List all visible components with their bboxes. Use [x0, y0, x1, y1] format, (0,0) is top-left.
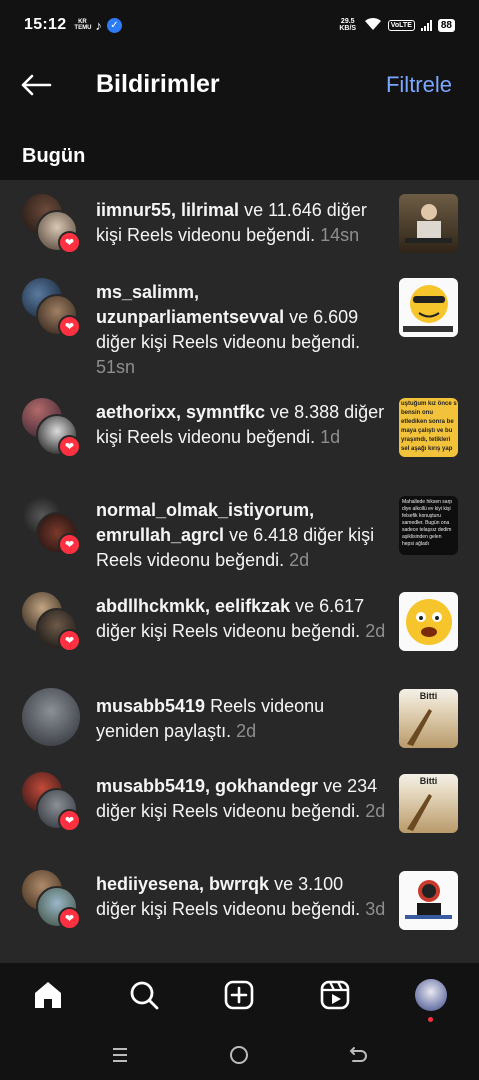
reel-thumbnail[interactable]: uştuğum kız önce s bensin onu etlediken … — [399, 398, 458, 457]
list-item[interactable]: ❤ ms_salimm, uzunparliamentsevval ve 6.6… — [0, 278, 479, 378]
android-nav-bar — [0, 1028, 479, 1080]
list-item[interactable]: ❤ iimnur55, lilrimal ve 11.646 diğer kiş… — [0, 194, 479, 274]
avatar-group[interactable] — [22, 688, 82, 748]
reel-thumbnail[interactable]: Bitti — [399, 774, 458, 833]
avatar-group[interactable]: ❤ — [22, 870, 82, 930]
back-icon[interactable] — [346, 1042, 372, 1068]
notification-text: normal_olmak_istiyorum, emrullah_agrcl v… — [96, 500, 375, 570]
status-time: 15:12 — [24, 16, 67, 33]
heart-icon: ❤ — [58, 809, 81, 832]
net-speed: 29.5 KB/S — [339, 18, 357, 32]
volte-badge: VoLTE — [387, 19, 415, 31]
back-arrow-icon[interactable] — [20, 68, 54, 102]
heart-icon: ❤ — [58, 435, 81, 458]
notification-list: ❤ iimnur55, lilrimal ve 11.646 diğer kiş… — [0, 180, 479, 963]
notification-dot — [428, 1017, 433, 1022]
avatar-group[interactable]: ❤ — [22, 592, 82, 652]
page-title: Bildirimler — [96, 70, 220, 98]
notification-text: iimnur55, lilrimal ve 11.646 diğer kişi … — [96, 200, 367, 245]
notification-text: hediiyesena, bwrrqk ve 3.100 diğer kişi … — [96, 874, 386, 919]
reel-thumbnail[interactable] — [399, 871, 458, 930]
heart-icon: ❤ — [58, 315, 81, 338]
heart-icon: ❤ — [58, 907, 81, 930]
battery-icon: 88 — [437, 18, 455, 32]
temu-icon: KR TEMU — [74, 19, 92, 31]
filter-button[interactable]: Filtrele — [386, 72, 452, 98]
heart-icon: ❤ — [58, 629, 81, 652]
tiktok-icon: ♪ — [95, 17, 102, 33]
bottom-nav — [0, 963, 479, 1028]
verified-icon: ✓ — [106, 17, 122, 33]
header: Bildirimler Filtrele — [0, 56, 479, 116]
reel-thumbnail[interactable]: Mahallede hiksen sarp diye alkollü ev ki… — [399, 496, 458, 555]
avatar-group[interactable]: ❤ — [22, 194, 82, 254]
avatar-group[interactable]: ❤ — [22, 398, 82, 458]
reel-thumbnail[interactable] — [399, 194, 458, 253]
search-icon[interactable] — [126, 977, 162, 1013]
reel-thumbnail[interactable] — [399, 278, 458, 337]
home-circle-icon[interactable] — [226, 1042, 252, 1068]
notification-text: ms_salimm, uzunparliamentsevval ve 6.609… — [96, 282, 361, 377]
reel-thumbnail[interactable]: Bitti — [399, 689, 458, 748]
notification-text: musabb5419, gokhandegr ve 234 diğer kişi… — [96, 776, 386, 821]
section-heading-today: Bugün — [22, 145, 86, 167]
list-item[interactable]: ❤ aethorixx, symntfkc ve 8.388 diğer kiş… — [0, 398, 479, 478]
create-icon[interactable] — [221, 977, 257, 1013]
recents-icon[interactable] — [107, 1042, 133, 1068]
wifi-icon — [364, 17, 382, 34]
profile-avatar[interactable] — [413, 977, 449, 1013]
list-item[interactable]: ❤ hediiyesena, bwrrqk ve 3.100 diğer kiş… — [0, 870, 479, 950]
notification-text: musabb5419 Reels videonu yeniden paylaşt… — [96, 696, 325, 741]
heart-icon: ❤ — [58, 231, 81, 254]
avatar-group[interactable]: ❤ — [22, 772, 82, 832]
avatar-group[interactable]: ❤ — [22, 496, 82, 556]
avatar — [22, 688, 80, 746]
avatar-group[interactable]: ❤ — [22, 278, 82, 338]
list-item[interactable]: ❤ musabb5419, gokhandegr ve 234 diğer ki… — [0, 772, 479, 852]
list-item[interactable]: ❤ abdllhckmkk, eelifkzak ve 6.617 diğer … — [0, 592, 479, 672]
home-icon[interactable] — [30, 977, 66, 1013]
list-item[interactable]: musabb5419 Reels videonu yeniden paylaşt… — [0, 688, 479, 760]
reel-thumbnail[interactable] — [399, 592, 458, 651]
reels-icon[interactable] — [317, 977, 353, 1013]
notification-text: aethorixx, symntfkc ve 8.388 diğer kişi … — [96, 402, 385, 447]
notification-text: abdllhckmkk, eelifkzak ve 6.617 diğer ki… — [96, 596, 386, 641]
status-bar: 15:12 KR TEMU ♪ ✓ 29.5 KB/S VoLTE 88 — [0, 0, 479, 50]
signal-icon — [420, 19, 432, 31]
heart-icon: ❤ — [58, 533, 81, 556]
list-item[interactable]: ❤ normal_olmak_istiyorum, emrullah_agrcl… — [0, 496, 479, 576]
